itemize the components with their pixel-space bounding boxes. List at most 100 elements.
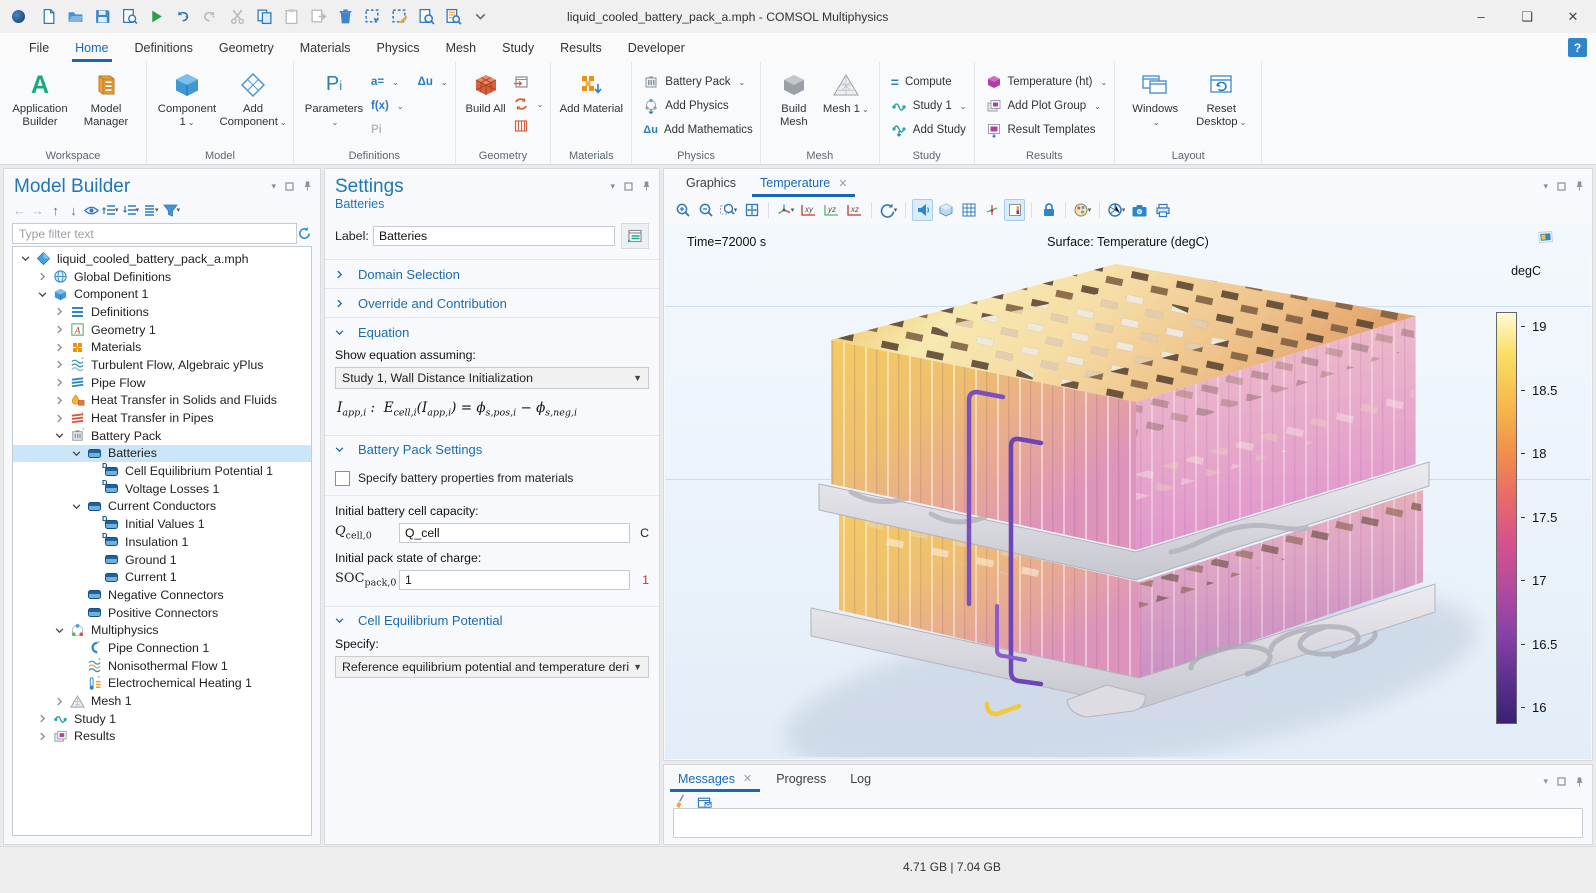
tab-messages[interactable]: Messages✕ [678,765,752,792]
tree-row-selected[interactable]: Batteries [13,445,311,463]
expand-chevron-icon[interactable] [55,307,64,316]
tree-row[interactable]: Pipe Flow [13,374,311,392]
temperature-plot-button[interactable]: Temperature (ht)⌄ [986,73,1108,91]
expand-chevron-icon[interactable] [55,396,64,405]
tree-row[interactable]: *Electrochemical Heating 1 [13,675,311,693]
windows-button[interactable]: Windows⌄ [1122,67,1188,129]
show-color-legend-button[interactable] [1004,199,1025,221]
tree-row[interactable]: Heat Transfer in Solids and Fluids [13,392,311,410]
float-panel-button[interactable] [1557,182,1566,191]
section-equation[interactable]: Equation [325,317,659,346]
show-button[interactable] [84,201,99,219]
section-override-contribution[interactable]: Override and Contribution [325,288,659,317]
add-mathematics-button[interactable]: ΔuAdd Mathematics [643,121,753,139]
capacity-input[interactable] [399,523,630,543]
close-button[interactable]: ✕ [1550,0,1596,33]
pin-icon[interactable] [642,180,651,192]
mesh1-button[interactable]: Mesh 1⌄ [820,67,872,116]
panel-menu-button[interactable]: ▾ [1543,776,1548,787]
zoom-box-button[interactable]: ▾ [718,199,739,221]
parameters-button[interactable]: Pi Parameters⌄ [301,67,367,129]
graphics-canvas[interactable]: Time=72000 s Surface: Temperature (degC) [665,224,1591,759]
model-tree-nodes-button[interactable]: ▾ [143,201,160,219]
find-button[interactable] [413,4,440,30]
study1-button[interactable]: Study 1⌄ [891,97,967,115]
build-mesh-button[interactable]: Build Mesh [768,67,820,129]
functions-button[interactable]: f(x)⌄ [371,97,404,115]
open-file-button[interactable] [62,4,89,30]
messages-output[interactable] [673,808,1583,838]
menu-geometry[interactable]: Geometry [206,33,287,62]
result-templates-button[interactable]: Result Templates [986,121,1108,139]
tree-row[interactable]: Cell Equilibrium Potential 1 [13,462,311,480]
tree-row[interactable]: Definitions [13,303,311,321]
tree-row[interactable]: *Heat Transfer in Pipes [13,409,311,427]
zoom-in-button[interactable] [672,199,693,221]
add-study-button[interactable]: Add Study [891,121,967,139]
collapse-chevron-icon[interactable] [72,449,81,458]
tree-row[interactable]: Global Definitions [13,268,311,286]
duplicate-button[interactable] [305,4,332,30]
tree-row[interactable]: liquid_cooled_battery_pack_a.mph [13,250,311,268]
expand-chevron-icon[interactable] [55,378,64,387]
model-manager-button[interactable]: Model Manager [73,67,139,129]
tree-row[interactable]: Voltage Losses 1 [13,480,311,498]
pin-icon[interactable] [303,180,312,192]
undo-button[interactable] [170,4,197,30]
tab-temperature[interactable]: Temperature✕ [760,169,847,197]
tree-row[interactable]: Current 1 [13,568,311,586]
menu-home[interactable]: Home [62,33,121,62]
help-button[interactable]: ? [1568,38,1587,57]
copy-button[interactable] [251,4,278,30]
battery-pack-interface-button[interactable]: Battery Pack⌄ [643,73,753,91]
delete-button[interactable] [332,4,359,30]
tree-filter-input[interactable] [12,223,297,244]
collapse-chevron-icon[interactable] [55,626,64,635]
message-settings-button[interactable] [697,795,713,809]
menu-study[interactable]: Study [489,33,547,62]
nonlocal-couplings-button[interactable]: Δu⌄ [418,73,448,91]
component-button[interactable]: Component 1⌄ [154,67,220,129]
cell-equilibrium-dropdown[interactable]: Reference equilibrium potential and temp… [335,656,649,678]
transparency-button[interactable] [935,199,956,221]
tree-row[interactable]: Ground 1 [13,551,311,569]
collapse-chevron-icon[interactable] [21,254,30,263]
section-cell-equilibrium-potential[interactable]: Cell Equilibrium Potential [325,606,659,635]
add-physics-button[interactable]: Add Physics [643,97,753,115]
menu-mesh[interactable]: Mesh [433,33,490,62]
compute-button[interactable]: =Compute [891,73,967,91]
add-component-button[interactable]: Add Component⌄ [220,67,286,129]
move-down-button[interactable]: ↓ [66,201,81,219]
expand-chevron-icon[interactable] [55,414,64,423]
menu-developer[interactable]: Developer [615,33,698,62]
tree-row[interactable]: Mesh 1 [13,692,311,710]
expand-chevron-icon[interactable] [55,360,64,369]
menu-file[interactable]: File [16,33,62,62]
paste-button[interactable] [278,4,305,30]
expand-chevron-icon[interactable] [55,343,64,352]
clear-selection-button[interactable] [386,4,413,30]
collapse-chevron-icon[interactable] [38,290,47,299]
rotate-view-button[interactable]: ▾ [878,199,899,221]
rename-label-button[interactable] [621,223,649,249]
tree-row[interactable]: Positive Connectors [13,604,311,622]
tree-row[interactable]: AGeometry 1 [13,321,311,339]
rebuild-button[interactable]: ⌄ [513,95,544,113]
pin-icon[interactable] [1575,180,1584,192]
section-domain-selection[interactable]: Domain Selection [325,259,659,288]
panel-menu-button[interactable]: ▾ [610,181,615,192]
forward-button[interactable]: → [30,201,45,219]
float-panel-button[interactable] [1557,777,1566,786]
section-battery-pack-settings[interactable]: Battery Pack Settings [325,435,659,464]
new-file-button[interactable] [35,4,62,30]
zoom-out-button[interactable] [695,199,716,221]
filter-button[interactable]: ▾ [163,201,182,219]
close-tab-icon[interactable]: ✕ [838,177,847,190]
expand-chevron-icon[interactable] [38,272,47,281]
expand-all-button[interactable]: ▾ [123,201,141,219]
tree-row[interactable]: *Pipe Connection 1 [13,639,311,657]
battery-pack-3d-view[interactable] [711,252,1511,757]
plot-thumbnail-icon[interactable] [1537,229,1555,245]
collapse-chevron-icon[interactable] [55,431,64,440]
expand-chevron-icon[interactable] [55,697,64,706]
